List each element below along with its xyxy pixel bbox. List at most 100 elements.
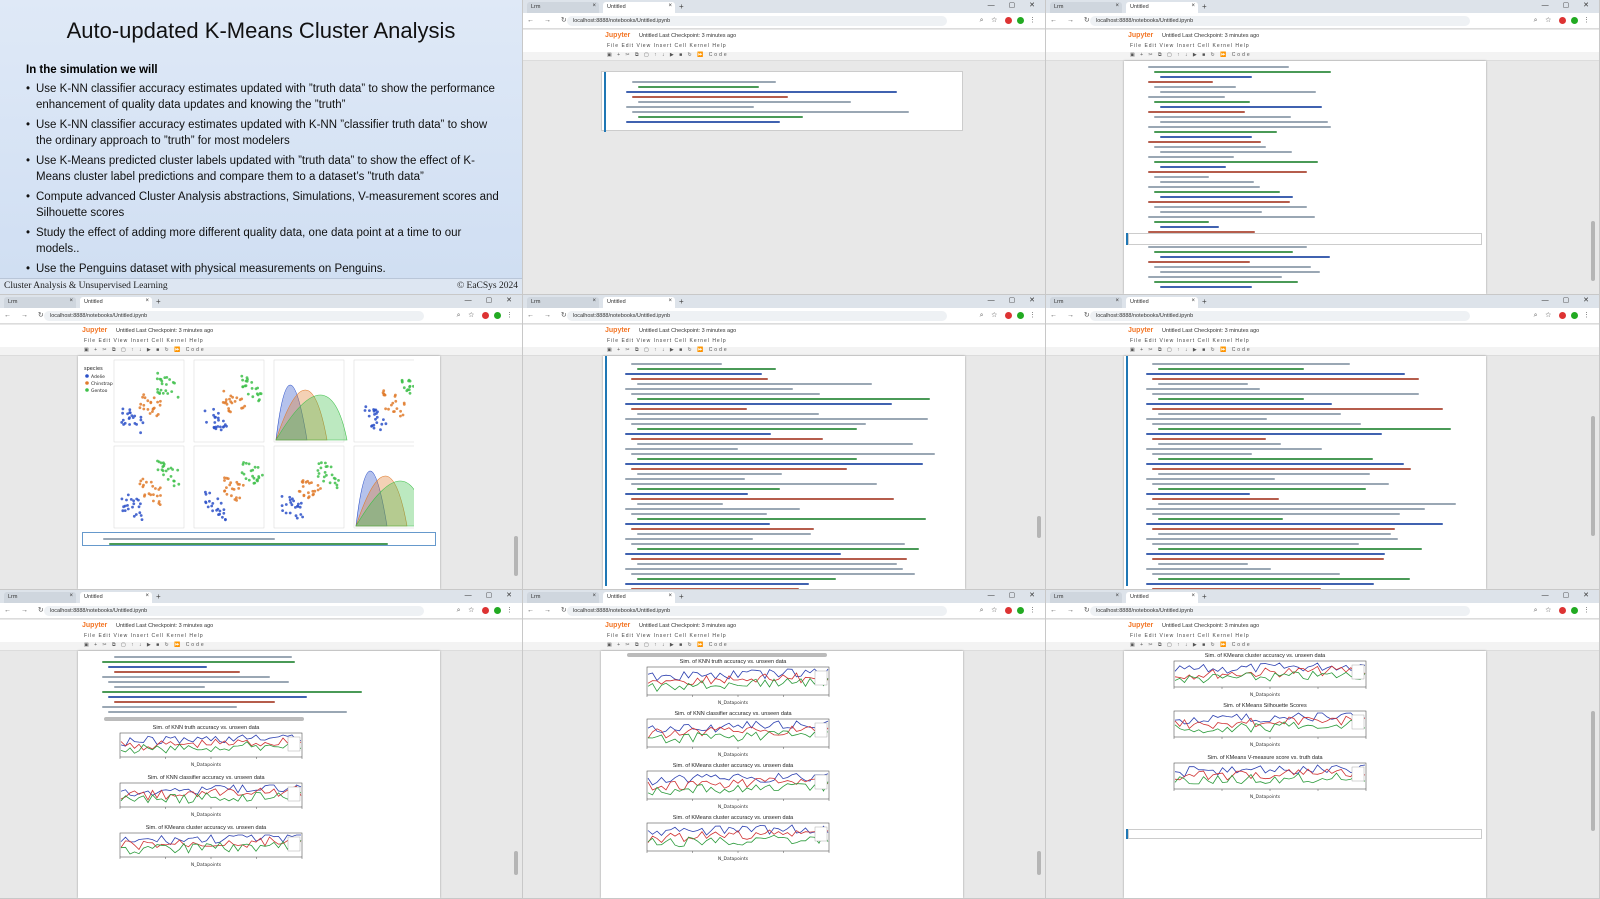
toolbar-extension-icons[interactable]: ⌕ ☆ ⋮: [980, 16, 1039, 25]
window-controls-icon[interactable]: — ▢ ✕: [465, 296, 518, 304]
browser-tab[interactable]: Lrm ×: [1050, 297, 1122, 308]
window-controls-icon[interactable]: — ▢ ✕: [988, 1, 1041, 9]
new-tab-icon[interactable]: +: [1202, 2, 1207, 11]
jupyter-menu-bar[interactable]: File Edit View Insert Cell Kernel Help: [0, 338, 522, 347]
code-cell-input[interactable]: [1128, 233, 1482, 245]
jupyter-menu-bar[interactable]: File Edit View Insert Cell Kernel Help: [523, 633, 1045, 642]
new-tab-icon[interactable]: +: [679, 2, 684, 11]
tab-close-icon[interactable]: ×: [668, 298, 672, 304]
new-tab-icon[interactable]: +: [156, 297, 161, 306]
jupyter-menu-bar[interactable]: File Edit View Insert Cell Kernel Help: [1046, 633, 1599, 642]
code-cell-input[interactable]: [1128, 829, 1482, 839]
scrollbar[interactable]: [1037, 516, 1041, 538]
new-tab-icon[interactable]: +: [679, 592, 684, 601]
window-controls-icon[interactable]: — ▢ ✕: [1542, 591, 1595, 599]
nav-arrows-icon[interactable]: ← → ↻: [527, 311, 571, 319]
browser-tab-active[interactable]: Untitled ×: [603, 297, 675, 308]
notebook-title[interactable]: Untitled Last Checkpoint: 3 minutes ago: [1162, 33, 1259, 39]
notebook-title[interactable]: Untitled Last Checkpoint: 3 minutes ago: [1162, 328, 1259, 334]
url-field[interactable]: localhost:8888/notebooks/Untitled.ipynb: [567, 311, 947, 321]
url-field[interactable]: localhost:8888/notebooks/Untitled.ipynb: [44, 606, 424, 616]
jupyter-menu-bar[interactable]: File Edit View Insert Cell Kernel Help: [1046, 338, 1599, 347]
browser-tab[interactable]: Lrm ×: [1050, 2, 1122, 13]
url-field[interactable]: localhost:8888/notebooks/Untitled.ipynb: [567, 606, 947, 616]
new-tab-icon[interactable]: +: [679, 297, 684, 306]
window-controls-icon[interactable]: — ▢ ✕: [465, 591, 518, 599]
window-controls-icon[interactable]: — ▢ ✕: [988, 296, 1041, 304]
nav-arrows-icon[interactable]: ← → ↻: [1050, 606, 1094, 614]
browser-tab-active[interactable]: Untitled ×: [1126, 592, 1198, 603]
toolbar-extension-icons[interactable]: ⌕ ☆ ⋮: [980, 311, 1039, 320]
new-tab-icon[interactable]: +: [156, 592, 161, 601]
nav-arrows-icon[interactable]: ← → ↻: [4, 311, 48, 319]
tab-close-icon[interactable]: ×: [592, 298, 596, 304]
jupyter-menu-bar[interactable]: File Edit View Insert Cell Kernel Help: [1046, 43, 1599, 52]
tab-close-icon[interactable]: ×: [1115, 3, 1119, 9]
tab-close-icon[interactable]: ×: [1191, 593, 1195, 599]
toolbar-extension-icons[interactable]: ⌕ ☆ ⋮: [1534, 606, 1593, 615]
tab-close-icon[interactable]: ×: [1115, 298, 1119, 304]
notebook-title[interactable]: Untitled Last Checkpoint: 3 minutes ago: [639, 33, 736, 39]
jupyter-toolbar[interactable]: ▣ + ✂ ⧉ ▢ ↑ ↓ ▶ ■ ↻ ⏩ Code: [523, 52, 1045, 61]
scrollbar[interactable]: [1037, 851, 1041, 875]
jupyter-toolbar[interactable]: ▣ + ✂ ⧉ ▢ ↑ ↓ ▶ ■ ↻ ⏩ Code: [523, 642, 1045, 651]
browser-tab-active[interactable]: Untitled ×: [603, 592, 675, 603]
tab-close-icon[interactable]: ×: [668, 3, 672, 9]
new-tab-icon[interactable]: +: [1202, 592, 1207, 601]
window-controls-icon[interactable]: — ▢ ✕: [988, 591, 1041, 599]
browser-tab[interactable]: Lrm ×: [527, 2, 599, 13]
url-field[interactable]: localhost:8888/notebooks/Untitled.ipynb: [1090, 16, 1470, 26]
tab-close-icon[interactable]: ×: [145, 298, 149, 304]
nav-arrows-icon[interactable]: ← → ↻: [4, 606, 48, 614]
scrollbar[interactable]: [1591, 221, 1595, 281]
window-controls-icon[interactable]: — ▢ ✕: [1542, 296, 1595, 304]
jupyter-menu-bar[interactable]: File Edit View Insert Cell Kernel Help: [523, 338, 1045, 347]
tab-close-icon[interactable]: ×: [1191, 298, 1195, 304]
tab-close-icon[interactable]: ×: [145, 593, 149, 599]
url-field[interactable]: localhost:8888/notebooks/Untitled.ipynb: [567, 16, 947, 26]
scrollbar[interactable]: [1591, 416, 1595, 536]
toolbar-extension-icons[interactable]: ⌕ ☆ ⋮: [1534, 16, 1593, 25]
notebook-title[interactable]: Untitled Last Checkpoint: 3 minutes ago: [1162, 623, 1259, 629]
jupyter-toolbar[interactable]: ▣ + ✂ ⧉ ▢ ↑ ↓ ▶ ■ ↻ ⏩ Code: [0, 642, 522, 651]
jupyter-toolbar[interactable]: ▣ + ✂ ⧉ ▢ ↑ ↓ ▶ ■ ↻ ⏩ Code: [0, 347, 522, 356]
notebook-title[interactable]: Untitled Last Checkpoint: 3 minutes ago: [116, 623, 213, 629]
toolbar-extension-icons[interactable]: ⌕ ☆ ⋮: [457, 311, 516, 320]
url-field[interactable]: localhost:8888/notebooks/Untitled.ipynb: [44, 311, 424, 321]
scrollbar[interactable]: [514, 851, 518, 875]
nav-arrows-icon[interactable]: ← → ↻: [1050, 16, 1094, 24]
browser-tab[interactable]: Lrm ×: [1050, 592, 1122, 603]
jupyter-toolbar[interactable]: ▣ + ✂ ⧉ ▢ ↑ ↓ ▶ ■ ↻ ⏩ Code: [1046, 347, 1599, 356]
toolbar-extension-icons[interactable]: ⌕ ☆ ⋮: [1534, 311, 1593, 320]
browser-tab-active[interactable]: Untitled ×: [80, 592, 152, 603]
tab-close-icon[interactable]: ×: [69, 593, 73, 599]
toolbar-extension-icons[interactable]: ⌕ ☆ ⋮: [457, 606, 516, 615]
notebook-title[interactable]: Untitled Last Checkpoint: 3 minutes ago: [116, 328, 213, 334]
notebook-title[interactable]: Untitled Last Checkpoint: 3 minutes ago: [639, 328, 736, 334]
horizontal-scrollbar[interactable]: [627, 653, 827, 657]
url-field[interactable]: localhost:8888/notebooks/Untitled.ipynb: [1090, 311, 1470, 321]
horizontal-scrollbar[interactable]: [104, 717, 304, 721]
tab-close-icon[interactable]: ×: [69, 298, 73, 304]
jupyter-toolbar[interactable]: ▣ + ✂ ⧉ ▢ ↑ ↓ ▶ ■ ↻ ⏩ Code: [523, 347, 1045, 356]
nav-arrows-icon[interactable]: ← → ↻: [1050, 311, 1094, 319]
nav-arrows-icon[interactable]: ← → ↻: [527, 606, 571, 614]
scrollbar[interactable]: [514, 536, 518, 576]
toolbar-extension-icons[interactable]: ⌕ ☆ ⋮: [980, 606, 1039, 615]
scrollbar[interactable]: [1591, 711, 1595, 831]
nav-arrows-icon[interactable]: ← → ↻: [527, 16, 571, 24]
browser-tab-active[interactable]: Untitled ×: [603, 2, 675, 13]
tab-close-icon[interactable]: ×: [592, 593, 596, 599]
jupyter-toolbar[interactable]: ▣ + ✂ ⧉ ▢ ↑ ↓ ▶ ■ ↻ ⏩ Code: [1046, 52, 1599, 61]
browser-tab[interactable]: Lrm ×: [4, 297, 76, 308]
browser-tab[interactable]: Lrm ×: [4, 592, 76, 603]
window-controls-icon[interactable]: — ▢ ✕: [1542, 1, 1595, 9]
tab-close-icon[interactable]: ×: [1115, 593, 1119, 599]
notebook-title[interactable]: Untitled Last Checkpoint: 3 minutes ago: [639, 623, 736, 629]
browser-tab-active[interactable]: Untitled ×: [1126, 297, 1198, 308]
tab-close-icon[interactable]: ×: [1191, 3, 1195, 9]
browser-tab[interactable]: Lrm ×: [527, 592, 599, 603]
jupyter-toolbar[interactable]: ▣ + ✂ ⧉ ▢ ↑ ↓ ▶ ■ ↻ ⏩ Code: [1046, 642, 1599, 651]
browser-tab-active[interactable]: Untitled ×: [1126, 2, 1198, 13]
tab-close-icon[interactable]: ×: [668, 593, 672, 599]
